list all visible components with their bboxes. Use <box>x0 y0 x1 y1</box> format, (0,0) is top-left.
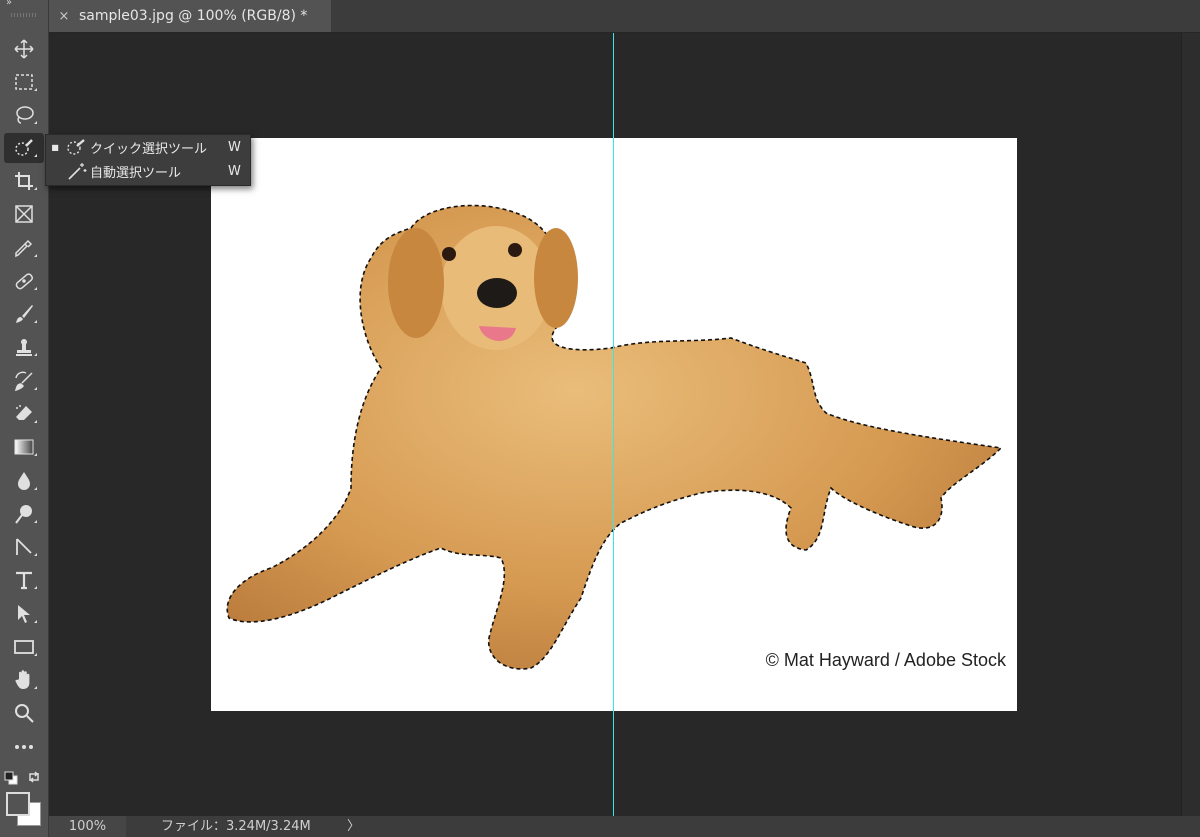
frame-icon <box>15 205 33 223</box>
eyedropper-icon <box>15 239 33 258</box>
crop-tool[interactable] <box>4 166 44 196</box>
dog-right-ear <box>534 228 578 328</box>
drop-icon <box>18 472 30 490</box>
document-image[interactable]: © Mat Hayward / Adobe Stock <box>211 138 1017 711</box>
flyout-item-label: クイック選択ツール <box>90 141 208 157</box>
lasso-tool[interactable] <box>4 100 44 130</box>
type-tool[interactable] <box>4 565 44 595</box>
panel-grip[interactable] <box>11 13 37 17</box>
magic-wand-icon <box>68 163 87 180</box>
magnifier-icon <box>15 704 34 723</box>
collapse-panel-icon[interactable]: ›› <box>6 0 12 8</box>
quick-selection-icon <box>15 139 33 156</box>
vertical-guide-line[interactable] <box>613 33 614 816</box>
dog-selection-image <box>226 204 1003 670</box>
history-brush-tool[interactable] <box>4 366 44 396</box>
hand-tool[interactable] <box>4 665 44 695</box>
arrow-icon <box>18 605 30 623</box>
document-tab-bar: × sample03.jpg @ 100% (RGB/8) * <box>49 0 1200 33</box>
bandage-icon <box>15 273 33 290</box>
frame-tool[interactable] <box>4 199 44 229</box>
brush-tool[interactable] <box>4 299 44 329</box>
zoom-level-field[interactable]: 100% <box>49 816 126 837</box>
type-icon <box>16 571 32 590</box>
marquee-tool[interactable] <box>4 67 44 97</box>
foreground-color-swatch[interactable] <box>6 792 30 816</box>
gradient-tool[interactable] <box>4 432 44 462</box>
path-selection-tool[interactable] <box>4 599 44 629</box>
more-tools[interactable] <box>4 732 44 762</box>
flyout-item-magic-wand[interactable]: 自動選択ツール W <box>46 159 250 183</box>
brush-icon <box>16 305 33 323</box>
dog-left-eye <box>442 247 456 261</box>
ellipsis-icon <box>15 745 33 749</box>
tool-flyout-menu: ■ クイック選択ツール W 自動選択ツール W <box>45 134 251 186</box>
swap-colors-icon[interactable] <box>27 770 41 784</box>
gradient-icon <box>14 439 34 455</box>
quick-selection-tool[interactable] <box>4 133 44 163</box>
rectangle-icon <box>14 640 34 654</box>
eraser-tool[interactable] <box>4 399 44 429</box>
pen-icon <box>16 538 32 555</box>
dog-left-ear <box>388 228 444 338</box>
document-tab[interactable]: × sample03.jpg @ 100% (RGB/8) * <box>49 0 331 32</box>
status-menu-arrow-icon[interactable]: 〉 <box>347 816 360 837</box>
move-tool[interactable] <box>4 34 44 64</box>
close-tab-icon[interactable]: × <box>49 9 79 24</box>
eyedropper-tool[interactable] <box>4 233 44 263</box>
dodge-icon <box>15 505 32 524</box>
move-icon <box>14 39 34 59</box>
tools-panel: ›› <box>0 0 49 837</box>
quick-selection-icon <box>67 139 85 155</box>
history-brush-icon <box>14 371 33 392</box>
dog-nose <box>477 278 517 308</box>
zoom-tool[interactable] <box>4 698 44 728</box>
rect-marquee-icon <box>15 74 33 90</box>
dog-right-eye <box>508 243 522 257</box>
dog-body <box>226 204 1003 670</box>
dodge-tool[interactable] <box>4 499 44 529</box>
selected-mark: ■ <box>51 142 59 152</box>
healing-brush-tool[interactable] <box>4 266 44 296</box>
crop-icon <box>15 172 33 190</box>
pen-tool[interactable] <box>4 532 44 562</box>
default-colors-icon[interactable] <box>4 771 18 785</box>
status-bar: 100% ファイル：3.24M/3.24M 〉 <box>49 816 1200 837</box>
rectangle-tool[interactable] <box>4 632 44 662</box>
stamp-icon <box>16 339 32 356</box>
lasso-icon <box>16 106 34 124</box>
blur-tool[interactable] <box>4 466 44 496</box>
document-tab-title: sample03.jpg @ 100% (RGB/8) * <box>79 8 308 24</box>
eraser-icon <box>16 405 32 420</box>
file-size-info: ファイル：3.24M/3.24M <box>161 819 311 834</box>
image-credit: © Mat Hayward / Adobe Stock <box>765 650 1006 670</box>
flyout-item-quick-selection[interactable]: ■ クイック選択ツール W <box>46 135 250 159</box>
hand-icon <box>15 670 30 689</box>
flyout-item-shortcut: W <box>228 139 241 155</box>
flyout-item-shortcut: W <box>228 163 241 179</box>
flyout-item-label: 自動選択ツール <box>90 165 182 181</box>
clone-stamp-tool[interactable] <box>4 332 44 362</box>
canvas-right-edge <box>1181 33 1200 816</box>
